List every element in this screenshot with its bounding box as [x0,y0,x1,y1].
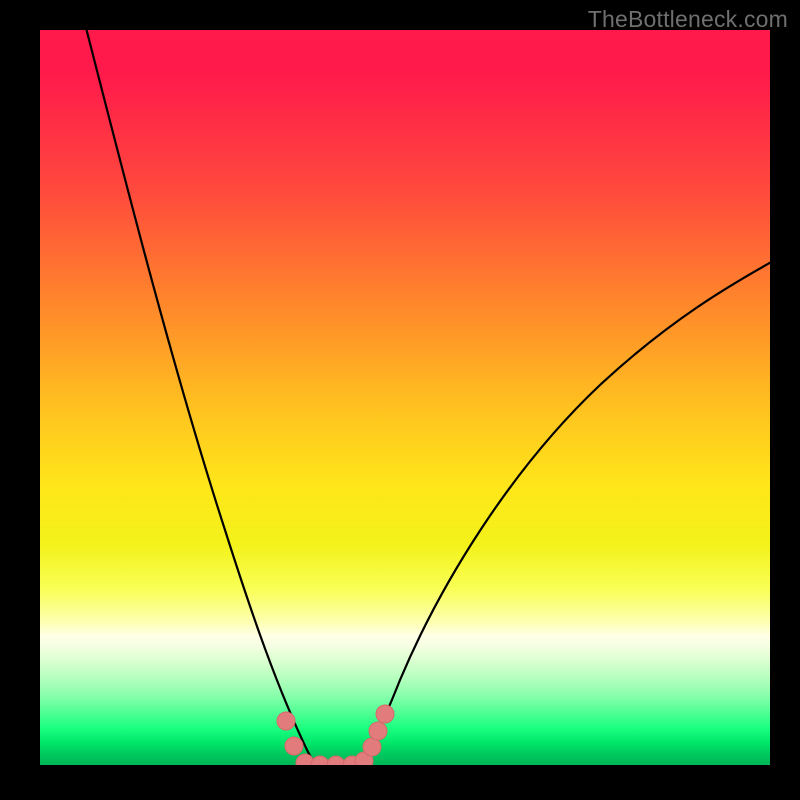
marker-dot [369,722,387,740]
plot-area [40,30,770,765]
marker-group [277,705,394,765]
marker-dot [285,737,303,755]
marker-dot [376,705,394,723]
watermark-text: TheBottleneck.com [588,6,788,33]
chart-frame: TheBottleneck.com [0,0,800,800]
marker-dot [277,712,295,730]
curve-layer [40,30,770,765]
marker-dot [363,738,381,756]
marker-dot [311,756,329,765]
marker-dot [327,756,345,765]
left-curve [84,30,320,764]
right-curve [356,260,770,764]
